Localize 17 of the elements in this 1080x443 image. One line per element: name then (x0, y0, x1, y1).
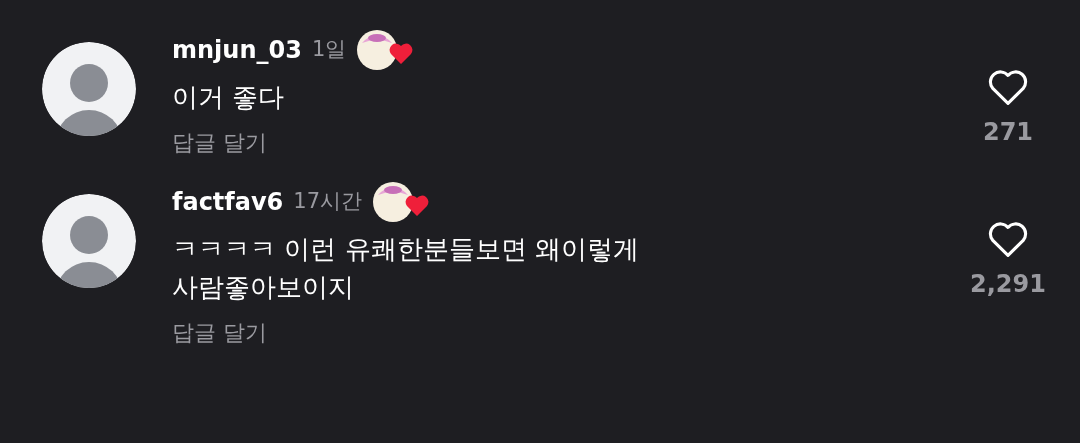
creator-liked-icon (372, 181, 431, 223)
username[interactable]: mnjun_03 (172, 32, 302, 68)
reply-link[interactable]: 답글 달기 (172, 316, 267, 350)
creator-liked-icon (356, 29, 415, 71)
username[interactable]: factfav6 (172, 184, 284, 220)
avatar[interactable] (42, 42, 136, 136)
comment-time: 17시간 (293, 188, 363, 216)
heart-icon[interactable] (987, 68, 1029, 106)
comment-time: 1일 (311, 36, 347, 64)
avatar[interactable] (42, 194, 136, 288)
comment-text: 이거 좋다 (172, 81, 286, 114)
comment-text: ㅋㅋㅋㅋ 이런 유쾌한분들보면 왜이렇게 (172, 233, 640, 266)
like-count: 2,291 (970, 269, 1046, 300)
reply-link[interactable]: 답글 달기 (172, 126, 267, 160)
heart-icon[interactable] (987, 220, 1029, 258)
comment-text: 사람좋아보이지 (172, 271, 355, 304)
like-count: 271 (982, 117, 1034, 148)
